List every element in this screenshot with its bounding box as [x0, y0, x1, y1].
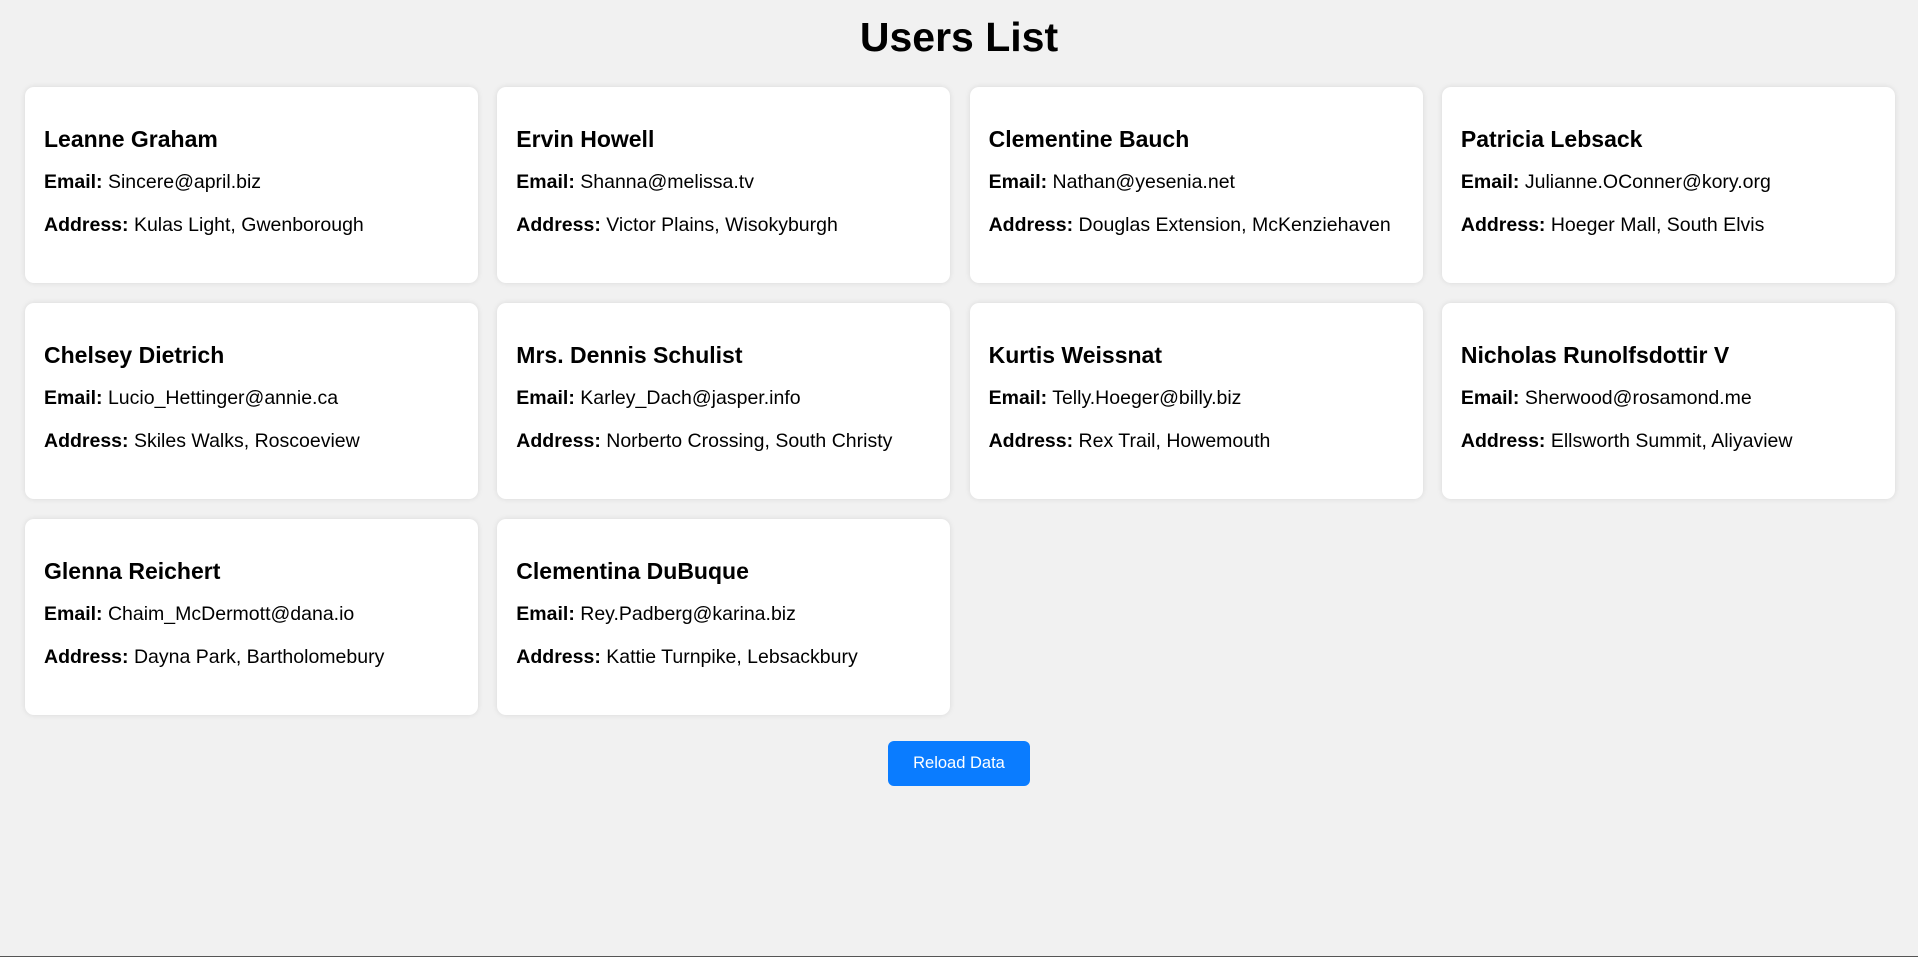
address-label: Address:	[516, 214, 601, 236]
user-address: Ellsworth Summit, Aliyaview	[1550, 430, 1793, 452]
user-address-row: Address: Kulas Light, Gwenborough	[44, 214, 459, 237]
user-card: Nicholas Runolfsdottir V Email: Sherwood…	[1441, 303, 1895, 499]
user-email-row: Email: Karley_Dach@jasper.info	[516, 387, 931, 410]
reload-data-button[interactable]: Reload Data	[888, 741, 1030, 786]
user-card: Chelsey Dietrich Email: Lucio_Hettinger@…	[25, 303, 478, 499]
user-email-row: Email: Rey.Padberg@karina.biz	[516, 603, 931, 626]
user-email-row: Email: Nathan@yesenia.net	[989, 171, 1404, 194]
user-card: Glenna Reichert Email: Chaim_McDermott@d…	[25, 519, 478, 715]
user-email-row: Email: Lucio_Hettinger@annie.ca	[44, 387, 459, 410]
email-label: Email:	[516, 603, 575, 625]
user-address-row: Address: Kattie Turnpike, Lebsackbury	[516, 646, 931, 669]
user-name: Mrs. Dennis Schulist	[516, 342, 743, 368]
user-address-row: Address: Ellsworth Summit, Aliyaview	[1461, 430, 1876, 453]
email-label: Email:	[44, 171, 103, 193]
email-label: Email:	[516, 171, 575, 193]
user-address: Kulas Light, Gwenborough	[133, 214, 364, 236]
user-name: Ervin Howell	[516, 126, 655, 152]
user-address-row: Address: Dayna Park, Bartholomebury	[44, 646, 459, 669]
user-email-row: Email: Sincere@april.biz	[44, 171, 459, 194]
user-email: Rey.Padberg@karina.biz	[580, 603, 796, 625]
email-label: Email:	[988, 171, 1048, 193]
user-email: Lucio_Hettinger@annie.ca	[107, 387, 339, 409]
user-address-row: Address: Norberto Crossing, South Christ…	[516, 430, 931, 453]
address-label: Address:	[516, 646, 601, 668]
user-address-row: Address: Rex Trail, Howemouth	[989, 430, 1404, 453]
user-address: Kattie Turnpike, Lebsackbury	[606, 646, 858, 668]
user-email-row: Email: Shanna@melissa.tv	[516, 171, 931, 194]
user-card: Clementine Bauch Email: Nathan@yesenia.n…	[969, 87, 1423, 283]
user-name: Patricia Lebsack	[1460, 126, 1643, 152]
user-email: Nathan@yesenia.net	[1052, 171, 1235, 193]
email-label: Email:	[988, 387, 1048, 409]
user-email: Sherwood@rosamond.me	[1524, 387, 1752, 409]
user-email-row: Email: Telly.Hoeger@billy.biz	[989, 387, 1404, 410]
user-name: Leanne Graham	[44, 126, 218, 152]
user-email-row: Email: Julianne.OConner@kory.org	[1461, 171, 1876, 194]
user-card: Mrs. Dennis Schulist Email: Karley_Dach@…	[497, 303, 951, 499]
user-address: Victor Plains, Wisokyburgh	[606, 214, 838, 236]
user-card: Clementina DuBuque Email: Rey.Padberg@ka…	[497, 519, 951, 715]
user-address: Hoeger Mall, South Elvis	[1550, 214, 1765, 236]
user-address-row: Address: Skiles Walks, Roscoeview	[44, 430, 459, 453]
user-address: Skiles Walks, Roscoeview	[133, 430, 360, 452]
user-card: Kurtis Weissnat Email: Telly.Hoeger@bill…	[969, 303, 1423, 499]
user-address: Rex Trail, Howemouth	[1078, 430, 1271, 452]
user-address: Dayna Park, Bartholomebury	[133, 646, 385, 668]
email-label: Email:	[1460, 387, 1520, 409]
address-label: Address:	[988, 430, 1074, 452]
address-label: Address:	[44, 646, 129, 668]
email-label: Email:	[44, 603, 103, 625]
user-card: Ervin Howell Email: Shanna@melissa.tv Ad…	[497, 87, 951, 283]
user-name: Glenna Reichert	[44, 558, 221, 584]
user-email: Julianne.OConner@kory.org	[1524, 171, 1771, 193]
email-label: Email:	[1460, 171, 1520, 193]
page-title: Users List	[859, 14, 1059, 60]
user-email-row: Email: Sherwood@rosamond.me	[1461, 387, 1876, 410]
user-name: Chelsey Dietrich	[44, 342, 225, 368]
address-label: Address:	[44, 430, 129, 452]
user-name: Nicholas Runolfsdottir V	[1460, 342, 1730, 368]
user-address: Douglas Extension, McKenziehaven	[1078, 214, 1391, 236]
email-label: Email:	[44, 387, 103, 409]
user-card: Patricia Lebsack Email: Julianne.OConner…	[1441, 87, 1895, 283]
email-label: Email:	[516, 387, 575, 409]
user-card: Leanne Graham Email: Sincere@april.biz A…	[25, 87, 478, 283]
address-label: Address:	[516, 430, 601, 452]
user-email: Chaim_McDermott@dana.io	[107, 603, 355, 625]
user-email: Shanna@melissa.tv	[580, 171, 754, 193]
user-address-row: Address: Hoeger Mall, South Elvis	[1461, 214, 1876, 237]
user-name: Kurtis Weissnat	[988, 342, 1162, 368]
user-name: Clementina DuBuque	[516, 558, 749, 584]
user-email-row: Email: Chaim_McDermott@dana.io	[44, 603, 459, 626]
users-grid: Leanne Graham Email: Sincere@april.biz A…	[25, 87, 1895, 715]
user-address-row: Address: Douglas Extension, McKenziehave…	[989, 214, 1404, 237]
user-email: Sincere@april.biz	[107, 171, 262, 193]
user-address: Norberto Crossing, South Christy	[606, 430, 893, 452]
reload-container: Reload Data	[0, 741, 1918, 786]
user-address-row: Address: Victor Plains, Wisokyburgh	[516, 214, 931, 237]
user-email: Telly.Hoeger@billy.biz	[1052, 387, 1242, 409]
address-label: Address:	[988, 214, 1074, 236]
user-name: Clementine Bauch	[988, 126, 1190, 152]
user-email: Karley_Dach@jasper.info	[580, 387, 801, 409]
address-label: Address:	[1460, 430, 1546, 452]
address-label: Address:	[1460, 214, 1546, 236]
address-label: Address:	[44, 214, 129, 236]
